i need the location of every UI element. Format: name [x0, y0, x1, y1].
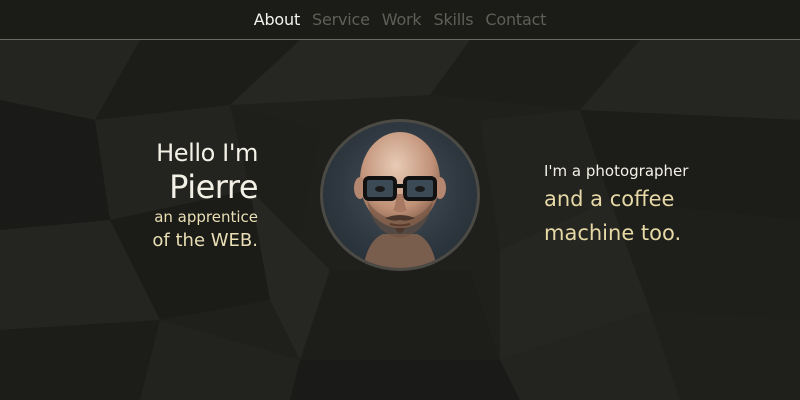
main-nav: About Service Work Skills Contact	[0, 0, 800, 39]
description-line-1: and a coffee	[544, 187, 675, 211]
description-line-2: machine too.	[544, 221, 682, 245]
tagline-line-2: of the WEB.	[152, 230, 258, 251]
nav-link-work[interactable]: Work	[382, 10, 422, 29]
nav-link-service[interactable]: Service	[312, 10, 370, 29]
page: About Service Work Skills Contact Hello …	[0, 0, 800, 400]
nav-link-contact[interactable]: Contact	[485, 10, 546, 29]
avatar	[320, 119, 480, 271]
portrait-photo-icon	[354, 132, 446, 268]
intro-right-block: I'm a photographer and a coffee machine …	[544, 160, 744, 250]
tagline-line-1: an apprentice	[154, 208, 258, 226]
greeting-text: Hello I'm	[156, 139, 258, 167]
intro-text: I'm a photographer	[544, 162, 689, 180]
nav-link-skills[interactable]: Skills	[434, 10, 474, 29]
intro-left-block: Hello I'm Pierre an apprentice of the WE…	[130, 138, 258, 252]
nav-link-about[interactable]: About	[254, 10, 301, 29]
top-navbar: About Service Work Skills Contact	[0, 0, 800, 40]
name-heading: Pierre	[169, 168, 258, 206]
